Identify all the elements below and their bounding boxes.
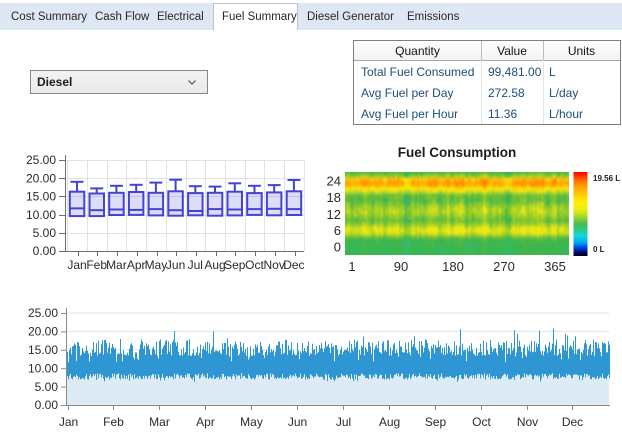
svg-text:10.00: 10.00 [28,361,58,375]
svg-text:Jul: Jul [188,258,203,272]
svg-text:6: 6 [334,223,341,238]
svg-text:May: May [145,258,168,272]
svg-text:Nov: Nov [517,415,538,429]
svg-text:Feb: Feb [86,258,107,272]
svg-text:1: 1 [348,259,355,274]
svg-text:Jun: Jun [288,415,307,429]
svg-text:May: May [240,415,263,429]
svg-text:Jan: Jan [59,415,78,429]
svg-text:20.00: 20.00 [28,325,58,339]
svg-text:25.00: 25.00 [28,306,58,320]
svg-text:0 L: 0 L [593,245,605,254]
svg-text:Dec: Dec [562,415,583,429]
svg-text:10.00: 10.00 [26,208,56,222]
svg-text:24: 24 [327,174,341,189]
svg-text:Jun: Jun [166,258,185,272]
svg-text:Mar: Mar [106,258,127,272]
svg-text:19.56 L: 19.56 L [593,174,620,183]
svg-text:0.00: 0.00 [35,398,59,412]
svg-text:Sep: Sep [224,258,246,272]
svg-text:Aug: Aug [379,415,400,429]
svg-text:Oct: Oct [245,258,264,272]
svg-text:270: 270 [493,259,515,274]
svg-text:365: 365 [544,259,566,274]
svg-text:Oct: Oct [472,415,491,429]
svg-text:18: 18 [327,190,341,205]
svg-text:0: 0 [334,239,341,254]
svg-text:Dec: Dec [283,258,304,272]
svg-text:90: 90 [394,259,408,274]
svg-text:Mar: Mar [149,415,170,429]
svg-text:25.00: 25.00 [26,153,56,167]
svg-text:Sep: Sep [425,415,447,429]
svg-text:Apr: Apr [196,415,215,429]
svg-text:Jul: Jul [336,415,351,429]
svg-text:5.00: 5.00 [35,380,59,394]
svg-text:15.00: 15.00 [26,190,56,204]
svg-text:Fuel Consumption: Fuel Consumption [398,145,517,160]
svg-text:0.00: 0.00 [33,244,57,258]
svg-text:Feb: Feb [103,415,124,429]
svg-text:Jan: Jan [67,258,86,272]
svg-text:180: 180 [442,259,464,274]
svg-text:Aug: Aug [204,258,225,272]
svg-text:5.00: 5.00 [33,226,57,240]
svg-text:15.00: 15.00 [28,343,58,357]
svg-text:12: 12 [327,207,341,222]
svg-text:Nov: Nov [264,258,285,272]
svg-text:20.00: 20.00 [26,171,56,185]
svg-text:Apr: Apr [127,258,146,272]
